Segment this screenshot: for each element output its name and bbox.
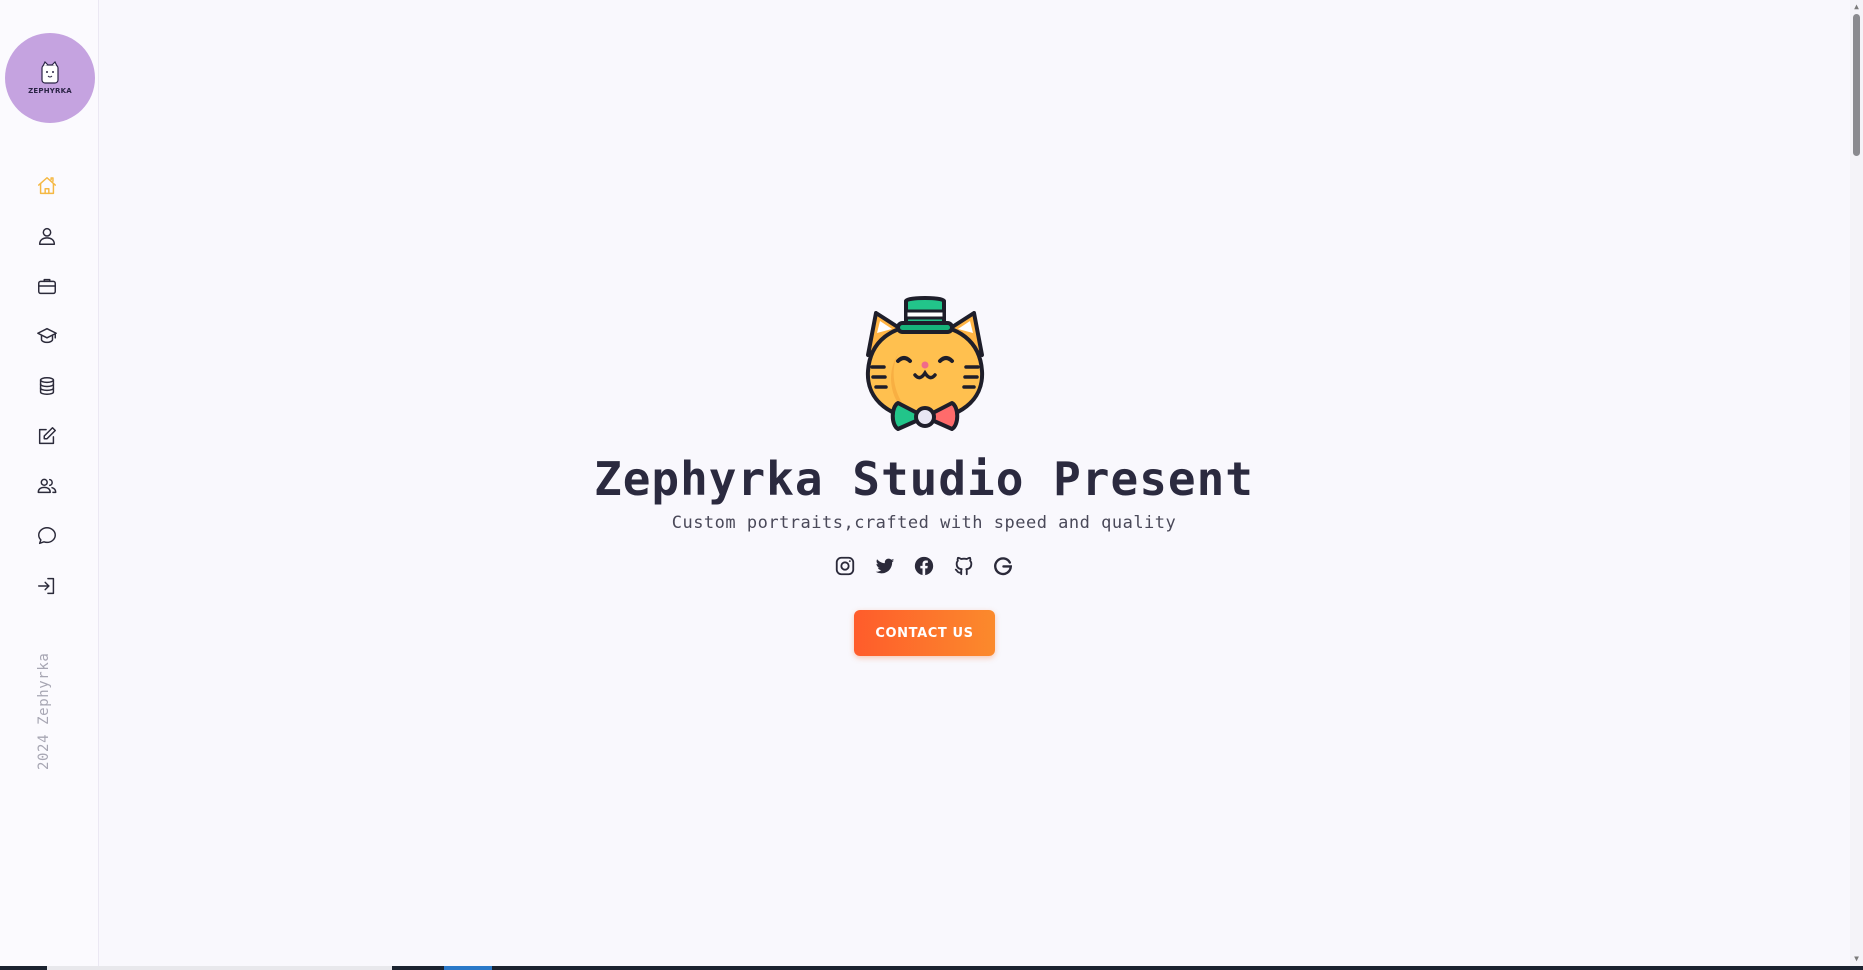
taskbar-segment <box>47 966 392 970</box>
graduation-cap-icon <box>37 327 57 344</box>
google-link[interactable] <box>991 554 1015 578</box>
logo-text: ZEPHYRKA <box>28 87 72 95</box>
twitter-link[interactable] <box>873 554 897 578</box>
nav-chat[interactable] <box>34 523 60 549</box>
facebook-icon <box>914 556 934 576</box>
google-icon <box>994 557 1013 576</box>
copyright-text: 2024 Zephyrka <box>36 652 52 770</box>
nav-education[interactable] <box>34 323 60 349</box>
instagram-icon <box>835 556 855 576</box>
briefcase-icon <box>38 278 56 295</box>
instagram-link[interactable] <box>833 554 857 578</box>
taskbar-active-segment <box>444 966 492 970</box>
chat-icon <box>38 527 56 545</box>
logo-mascot-icon <box>41 61 59 84</box>
contact-us-button[interactable]: CONTACT US <box>854 610 995 656</box>
scroll-thumb[interactable] <box>1853 14 1860 156</box>
hero-title: Zephyrka Studio Present <box>594 452 1254 506</box>
edit-icon <box>38 427 56 445</box>
logo[interactable]: ZEPHYRKA <box>5 33 95 123</box>
twitter-icon <box>875 558 894 574</box>
social-links <box>833 554 1015 578</box>
nav-login[interactable] <box>34 573 60 599</box>
hero-subtitle: Custom portraits,crafted with speed and … <box>671 513 1177 533</box>
sidebar: ZEPHYRKA 2024 Zephyrka <box>0 0 99 966</box>
scroll-down-arrow-icon[interactable]: ▼ <box>1852 954 1861 964</box>
user-icon <box>38 227 56 245</box>
sign-in-icon <box>38 577 55 595</box>
nav-about[interactable] <box>34 223 60 249</box>
users-icon <box>37 478 57 494</box>
database-icon <box>39 377 55 395</box>
scroll-up-arrow-icon[interactable]: ▲ <box>1852 2 1861 12</box>
nav-team[interactable] <box>34 473 60 499</box>
nav-resources[interactable] <box>34 373 60 399</box>
page: ZEPHYRKA 2024 Zephyrka Zephyrka Studio P… <box>0 0 1863 970</box>
home-icon <box>38 177 56 195</box>
nav-blog[interactable] <box>34 423 60 449</box>
cat-mascot-icon <box>865 296 985 431</box>
nav-home[interactable] <box>34 173 60 199</box>
taskbar-strip <box>0 966 1863 970</box>
github-icon <box>954 556 972 576</box>
hero: Zephyrka Studio Present Custom portraits… <box>98 0 1750 966</box>
nav-portfolio[interactable] <box>34 273 60 299</box>
facebook-link[interactable] <box>912 554 936 578</box>
scrollbar[interactable]: ▲ ▼ <box>1850 0 1863 966</box>
github-link[interactable] <box>952 554 976 578</box>
